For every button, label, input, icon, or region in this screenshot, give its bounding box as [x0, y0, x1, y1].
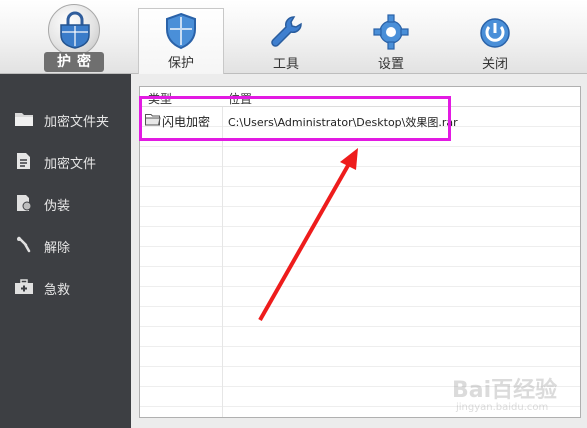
- shield-icon: [166, 12, 196, 50]
- sidebar-item-first-aid[interactable]: 急救: [0, 272, 131, 302]
- wrench-icon: [271, 16, 302, 47]
- folder-icon: [15, 113, 33, 126]
- sidebar-item-label: 急救: [44, 283, 71, 298]
- watermark-logo: Bai百经验 jingyan.baidu.com: [452, 372, 582, 422]
- tab-tools[interactable]: 工具: [243, 10, 329, 74]
- top-toolbar: 护密 保护 工具 设置 关闭: [0, 0, 587, 75]
- folder-icon: [145, 114, 161, 126]
- tab-label: 设置: [377, 57, 404, 72]
- watermark-url: jingyan.baidu.com: [456, 402, 549, 413]
- column-divider: [222, 87, 223, 417]
- sidebar-item-unlock[interactable]: 解除: [0, 230, 131, 260]
- sidebar-item-encrypt-file[interactable]: 加密文件: [0, 146, 131, 176]
- row-type: 闪电加密: [162, 115, 211, 129]
- table-row[interactable]: 闪电加密 C:\Users\Administrator\Desktop\效果图.…: [140, 109, 580, 131]
- sidebar-item-label: 加密文件: [44, 157, 97, 172]
- tab-label: 工具: [272, 57, 299, 72]
- power-icon: [480, 18, 510, 48]
- tab-label: 关闭: [481, 57, 508, 72]
- gear-icon: [373, 14, 409, 50]
- sidebar-item-label: 加密文件夹: [44, 115, 110, 130]
- column-header-type[interactable]: 类型: [148, 90, 172, 107]
- row-path: C:\Users\Administrator\Desktop\效果图.rar: [228, 116, 458, 129]
- sidebar-item-disguise[interactable]: 伪装: [0, 188, 131, 218]
- sidebar-item-label: 解除: [44, 241, 71, 256]
- first-aid-icon: [15, 279, 33, 294]
- lock-shield-icon: [48, 4, 100, 56]
- file-icon: [17, 153, 30, 169]
- list-header: 类型 位置: [140, 87, 580, 107]
- logo-label: 护密: [44, 52, 104, 72]
- column-header-location[interactable]: 位置: [228, 90, 252, 107]
- app-logo: 护密: [30, 4, 118, 72]
- watermark-text: Bai百经验: [452, 378, 558, 403]
- sidebar: 加密文件夹 加密文件 伪装 解除 急救: [0, 74, 131, 428]
- disguise-icon: [17, 195, 32, 211]
- tab-settings[interactable]: 设置: [348, 10, 434, 74]
- sidebar-item-label: 伪装: [44, 199, 71, 214]
- tab-close[interactable]: 关闭: [452, 10, 538, 74]
- tab-label: 保护: [167, 56, 194, 71]
- annotation-arrow: [258, 148, 358, 321]
- sidebar-item-encrypt-folder[interactable]: 加密文件夹: [0, 104, 131, 134]
- unlock-icon: [17, 236, 31, 253]
- tab-protect[interactable]: 保护: [138, 8, 224, 75]
